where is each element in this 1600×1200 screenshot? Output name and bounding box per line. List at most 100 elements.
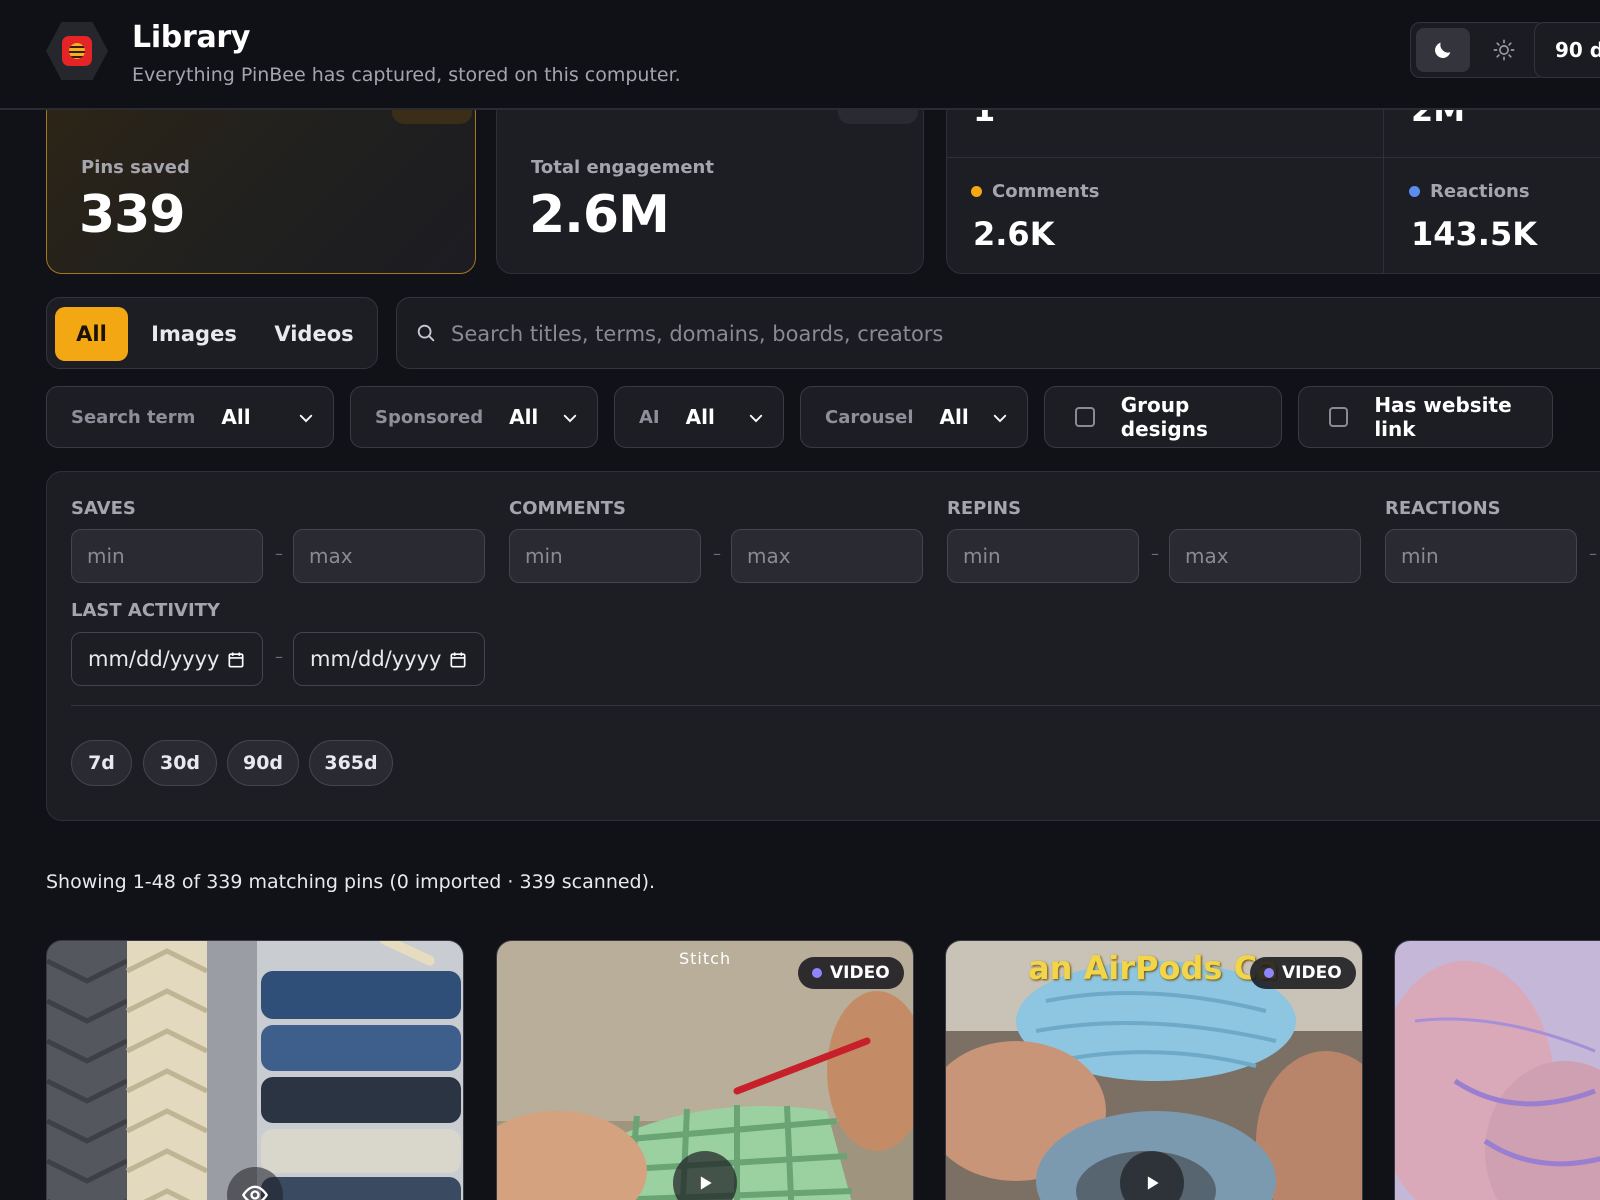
repins-max-input[interactable] bbox=[1169, 529, 1361, 583]
pin-card[interactable]: Stitch VIDEO bbox=[496, 940, 914, 1200]
date-placeholder: mm/dd/yyyy bbox=[88, 647, 220, 671]
group-designs-checkbox[interactable] bbox=[1075, 407, 1095, 427]
chevron-down-icon bbox=[749, 414, 763, 423]
divider bbox=[947, 157, 1600, 158]
bee-icon bbox=[62, 36, 92, 66]
stat-value: 2.6M bbox=[529, 185, 670, 245]
last-activity-from-input[interactable]: mm/dd/yyyy bbox=[71, 632, 263, 686]
repins-min-input[interactable] bbox=[947, 529, 1139, 583]
has-website-link-checkbox[interactable] bbox=[1329, 407, 1349, 427]
tab-all[interactable]: All bbox=[55, 307, 128, 361]
comments-label: Comments bbox=[971, 181, 1099, 202]
reactions-label: Reactions bbox=[1409, 181, 1530, 202]
comments-min-input[interactable] bbox=[509, 529, 701, 583]
dark-mode-button[interactable] bbox=[1416, 28, 1470, 72]
range-dash: – bbox=[275, 647, 283, 666]
reactions-dot-icon bbox=[1409, 186, 1420, 197]
stat-label: Total engagement bbox=[531, 157, 714, 178]
stat-label: Pins saved bbox=[81, 157, 190, 178]
quick-range-90d[interactable]: 90d bbox=[227, 740, 299, 786]
comments-dot-icon bbox=[971, 186, 982, 197]
page-subtitle: Everything PinBee has captured, stored o… bbox=[132, 64, 681, 86]
pin-card[interactable] bbox=[1394, 940, 1600, 1200]
quick-range-7d[interactable]: 7d bbox=[71, 740, 132, 786]
last-activity-heading: LAST ACTIVITY bbox=[71, 600, 220, 621]
filter-value: All bbox=[685, 405, 715, 429]
filter-label: Carousel bbox=[825, 406, 914, 428]
comments-value: 2.6K bbox=[973, 215, 1055, 253]
app-logo bbox=[46, 22, 108, 80]
pin-thumbnail bbox=[47, 941, 463, 1200]
reactions-heading: REACTIONS bbox=[1385, 498, 1501, 519]
theme-toggle bbox=[1410, 22, 1546, 78]
filter-value: All bbox=[509, 405, 539, 429]
last-activity-to-input[interactable]: mm/dd/yyyy bbox=[293, 632, 485, 686]
group-designs-toggle[interactable]: Group designs bbox=[1044, 386, 1282, 448]
sun-icon bbox=[1493, 39, 1515, 61]
reactions-label-text: Reactions bbox=[1430, 181, 1530, 202]
play-icon bbox=[700, 1176, 712, 1190]
date-range-button[interactable]: 90 d bbox=[1534, 22, 1600, 78]
video-badge-label: VIDEO bbox=[1282, 963, 1342, 983]
search-bar bbox=[396, 297, 1600, 369]
filter-value: All bbox=[221, 405, 251, 429]
chevron-down-icon bbox=[563, 414, 577, 423]
eye-icon bbox=[241, 1185, 269, 1200]
saves-min-input[interactable] bbox=[71, 529, 263, 583]
repins-heading: REPINS bbox=[947, 498, 1022, 519]
pin-card[interactable] bbox=[46, 940, 464, 1200]
range-dash: – bbox=[275, 544, 283, 563]
video-badge-label: VIDEO bbox=[830, 963, 890, 983]
calendar-icon[interactable] bbox=[226, 650, 246, 670]
chevron-down-icon bbox=[299, 414, 313, 423]
stat-value: 339 bbox=[79, 185, 186, 245]
filter-label: Search term bbox=[71, 406, 196, 428]
moon-icon bbox=[1435, 42, 1451, 58]
play-icon bbox=[1147, 1176, 1159, 1190]
filter-label: AI bbox=[639, 406, 660, 428]
app-header: Library Everything PinBee has captured, … bbox=[0, 0, 1600, 110]
range-dash: – bbox=[1151, 544, 1159, 563]
checkbox-label: Group designs bbox=[1120, 393, 1208, 441]
quick-range-365d[interactable]: 365d bbox=[309, 740, 393, 786]
filter-label: Sponsored bbox=[375, 406, 484, 428]
range-dash: – bbox=[1589, 544, 1597, 563]
divider bbox=[1383, 97, 1384, 273]
filter-ai[interactable]: AI All bbox=[614, 386, 784, 448]
quick-range-30d[interactable]: 30d bbox=[143, 740, 217, 786]
filter-search-term[interactable]: Search term All bbox=[46, 386, 334, 448]
page-title: Library bbox=[132, 20, 251, 55]
comments-max-input[interactable] bbox=[731, 529, 923, 583]
filter-value: All bbox=[939, 405, 969, 429]
search-input[interactable] bbox=[451, 312, 1451, 356]
results-summary: Showing 1-48 of 339 matching pins (0 imp… bbox=[46, 871, 656, 893]
saves-max-input[interactable] bbox=[293, 529, 485, 583]
comments-label-text: Comments bbox=[992, 181, 1100, 202]
pin-overlay-text: an AirPods Ca bbox=[1028, 949, 1279, 987]
tab-images[interactable]: Images bbox=[139, 307, 249, 361]
has-website-link-toggle[interactable]: Has website link bbox=[1298, 386, 1553, 448]
pin-card[interactable]: an AirPods Ca VIDEO bbox=[945, 940, 1363, 1200]
pin-overlay-text: Stitch bbox=[679, 949, 732, 968]
engagement-breakdown: 1 2M Comments 2.6K Reactions 143.5K bbox=[946, 96, 1600, 274]
video-badge: VIDEO bbox=[798, 957, 904, 989]
filter-carousel[interactable]: Carousel All bbox=[800, 386, 1028, 448]
chevron-down-icon bbox=[993, 414, 1007, 423]
filter-sponsored[interactable]: Sponsored All bbox=[350, 386, 598, 448]
pin-thumbnail bbox=[1395, 941, 1600, 1200]
calendar-icon[interactable] bbox=[448, 650, 468, 670]
metric-range-panel: SAVES – COMMENTS – REPINS – REACTIONS – … bbox=[46, 471, 1600, 821]
search-icon bbox=[417, 324, 435, 342]
reactions-min-input[interactable] bbox=[1385, 529, 1577, 583]
comments-heading: COMMENTS bbox=[509, 498, 626, 519]
divider bbox=[71, 705, 1600, 706]
light-mode-button[interactable] bbox=[1477, 28, 1531, 72]
saves-heading: SAVES bbox=[71, 498, 136, 519]
video-dot-icon bbox=[1264, 968, 1274, 978]
video-badge: VIDEO bbox=[1250, 957, 1356, 989]
range-dash: – bbox=[713, 544, 721, 563]
video-dot-icon bbox=[812, 968, 822, 978]
checkbox-label: Has website link bbox=[1374, 393, 1512, 441]
date-placeholder: mm/dd/yyyy bbox=[310, 647, 442, 671]
tab-videos[interactable]: Videos bbox=[259, 307, 369, 361]
